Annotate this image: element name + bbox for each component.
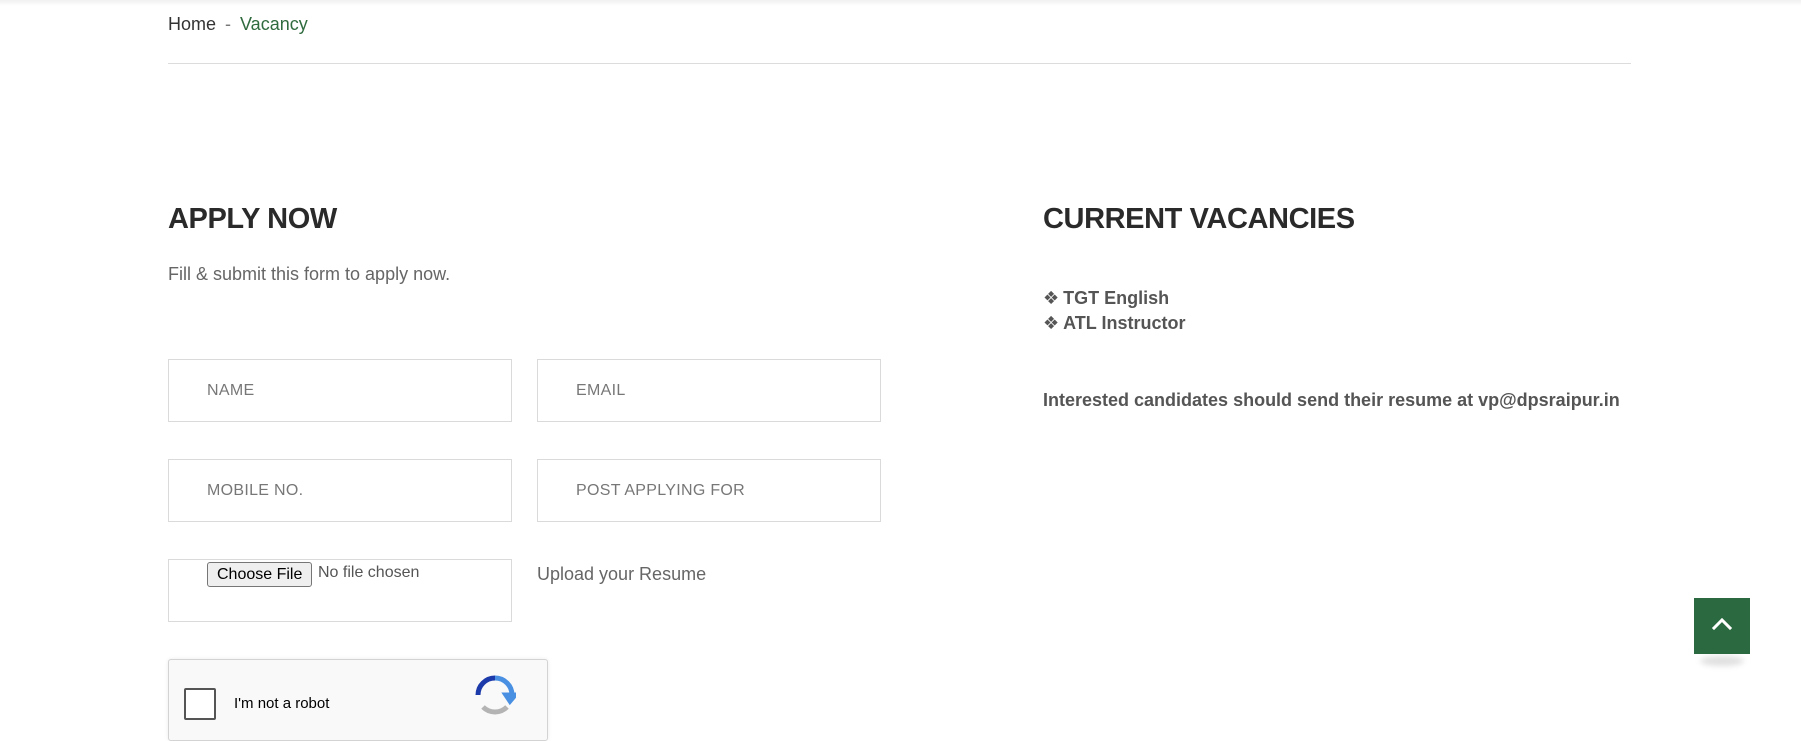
recaptcha-label: I'm not a robot <box>234 695 330 712</box>
email-field-wrapper <box>537 359 881 422</box>
post-field-wrapper <box>537 459 881 522</box>
mobile-input[interactable] <box>169 460 511 521</box>
vacancy-item-label: ATL Instructor <box>1063 313 1186 333</box>
vacancy-item-label: TGT English <box>1063 288 1170 308</box>
vacancy-item: ❖ ATL Instructor <box>1043 311 1185 336</box>
apply-subtext: Fill & submit this form to apply now. <box>168 264 451 284</box>
name-input[interactable] <box>169 360 511 421</box>
resume-instruction: Interested candidates should send their … <box>1043 390 1620 410</box>
email-input[interactable] <box>538 360 880 421</box>
breadcrumb-home-link[interactable]: Home <box>168 14 216 35</box>
choose-file-button[interactable]: Choose File <box>207 562 313 587</box>
post-applying-input[interactable] <box>538 460 880 521</box>
upload-resume-label: Upload your Resume <box>537 564 707 584</box>
chevron-up-icon <box>1710 612 1734 641</box>
vacancy-item: ❖ TGT English <box>1043 286 1185 311</box>
mobile-field-wrapper <box>168 459 512 522</box>
breadcrumb-separator: - <box>225 14 232 34</box>
scroll-top-shadow <box>1700 656 1744 666</box>
breadcrumb-current: Vacancy <box>240 14 308 34</box>
divider <box>168 63 1631 64</box>
vacancy-list: ❖ TGT English ❖ ATL Instructor <box>1043 286 1185 336</box>
breadcrumb: Home - Vacancy <box>168 14 308 35</box>
recaptcha-checkbox[interactable] <box>184 688 216 720</box>
apply-now-heading: APPLY NOW <box>168 203 337 235</box>
diamond-bullet-icon: ❖ <box>1043 288 1060 308</box>
diamond-bullet-icon: ❖ <box>1043 313 1060 333</box>
recaptcha-widget: I'm not a robot <box>168 659 548 741</box>
top-shadow <box>0 0 1801 6</box>
scroll-to-top-button[interactable] <box>1694 598 1750 654</box>
name-field-wrapper <box>168 359 512 422</box>
recaptcha-logo-icon <box>474 674 521 721</box>
resume-file-field: Choose File No file chosen <box>168 559 512 622</box>
current-vacancies-heading: CURRENT VACANCIES <box>1043 203 1355 235</box>
file-status-text: No file chosen <box>318 564 420 581</box>
